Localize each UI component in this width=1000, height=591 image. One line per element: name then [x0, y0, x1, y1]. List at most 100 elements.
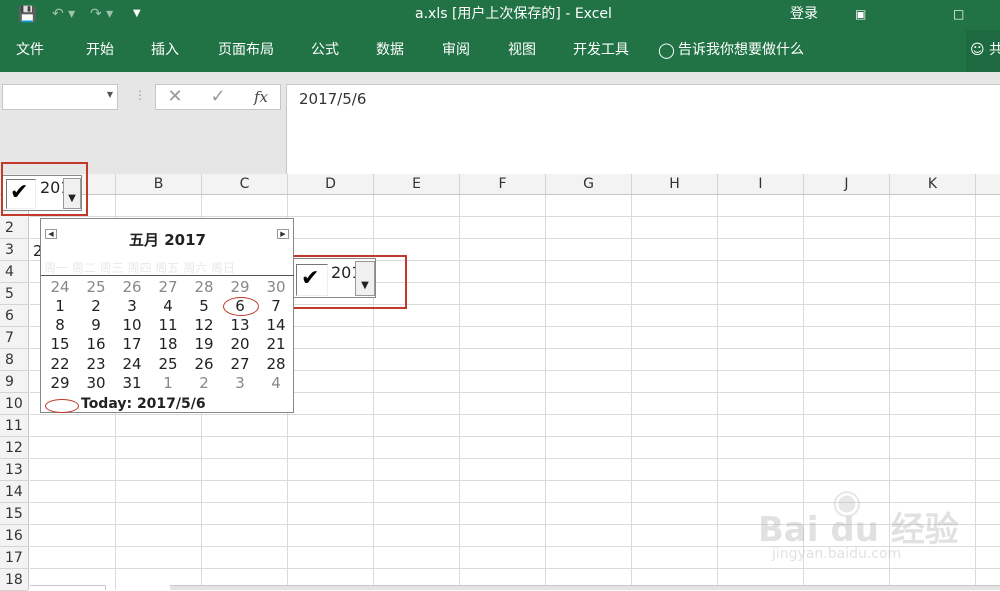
tab-review[interactable]: 审阅 [442, 30, 470, 72]
column-header-e[interactable]: E [374, 174, 460, 194]
calendar-day[interactable]: 15 [42, 335, 78, 354]
redo-icon[interactable]: ↷ ▾ [90, 0, 113, 30]
calendar-day[interactable]: 2 [78, 297, 114, 316]
column-header-c[interactable]: C [202, 174, 288, 194]
chevron-down-icon[interactable]: ▼ [107, 90, 113, 99]
column-header-k[interactable]: K [890, 174, 976, 194]
calendar-day[interactable]: 13 [222, 316, 258, 335]
calendar-day[interactable]: 20 [222, 335, 258, 354]
calendar-day[interactable]: 2 [186, 374, 222, 393]
watermark-brand: Bai du 经验 [758, 510, 959, 550]
calendar-day[interactable]: 25 [150, 355, 186, 374]
row-header[interactable]: 9 [0, 371, 28, 393]
calendar-day[interactable]: 14 [258, 316, 294, 335]
row-header[interactable]: 8 [0, 349, 28, 371]
row-header[interactable]: 16 [0, 525, 28, 547]
row-header[interactable]: 10 [0, 393, 28, 415]
today-link[interactable]: Today: 2017/5/6 [81, 396, 206, 412]
calendar-day[interactable]: 19 [186, 335, 222, 354]
row-header[interactable]: 13 [0, 459, 28, 481]
calendar-day[interactable]: 21 [258, 335, 294, 354]
ribbon-display-icon[interactable]: ▣ [855, 0, 866, 30]
tab-view[interactable]: 视图 [508, 30, 536, 72]
tab-insert[interactable]: 插入 [151, 30, 179, 72]
next-month-button[interactable]: ▶ [277, 229, 289, 239]
undo-icon[interactable]: ↶ ▾ [52, 0, 75, 30]
signin-link[interactable]: 登录 [790, 0, 818, 30]
tab-page-layout[interactable]: 页面布局 [218, 30, 274, 72]
row-header[interactable]: 4 [0, 261, 28, 283]
calendar-day[interactable]: 1 [42, 297, 78, 316]
calendar-day[interactable]: 31 [114, 374, 150, 393]
maximize-icon[interactable]: □ [953, 0, 964, 30]
calendar-day[interactable]: 16 [78, 335, 114, 354]
calendar-day[interactable]: 28 [258, 355, 294, 374]
calendar-day[interactable]: 17 [114, 335, 150, 354]
row-header[interactable]: 12 [0, 437, 28, 459]
calendar-day[interactable]: 30 [258, 278, 294, 297]
calendar-day[interactable]: 27 [222, 355, 258, 374]
tab-developer[interactable]: 开发工具 [573, 30, 629, 72]
calendar-day[interactable]: 11 [150, 316, 186, 335]
month-year-label[interactable]: 五月 2017 [41, 229, 294, 250]
tab-file[interactable]: 文件 [16, 30, 44, 72]
calendar-day[interactable]: 22 [42, 355, 78, 374]
tab-home[interactable]: 开始 [86, 30, 114, 72]
drag-handle-icon[interactable]: ⋮ [134, 88, 146, 102]
enter-icon[interactable]: ✓ [205, 84, 231, 110]
calendar-day[interactable]: 8 [42, 316, 78, 335]
calendar-day[interactable]: 27 [150, 278, 186, 297]
column-header-j[interactable]: J [804, 174, 890, 194]
calendar-day[interactable]: 24 [114, 355, 150, 374]
sheet-tabs-area[interactable] [30, 585, 106, 590]
row-header[interactable]: 3 [0, 239, 28, 261]
name-box[interactable]: ▼ [2, 84, 118, 110]
calendar-day[interactable]: 9 [78, 316, 114, 335]
tab-data[interactable]: 数据 [376, 30, 404, 72]
calendar-day[interactable]: 1 [150, 374, 186, 393]
row-header[interactable]: 5 [0, 283, 28, 305]
month-calendar-popup[interactable]: ◀ 五月 2017 ▶ 周一 周二 周三 周四 周五 周六 周日 24 25 2… [40, 218, 294, 413]
row-header[interactable]: 6 [0, 305, 28, 327]
save-icon[interactable]: 💾 [18, 0, 37, 30]
row-header[interactable]: 11 [0, 415, 28, 437]
calendar-day[interactable]: 18 [150, 335, 186, 354]
calendar-day[interactable]: 12 [186, 316, 222, 335]
column-header-i[interactable]: I [718, 174, 804, 194]
row-header[interactable]: 7 [0, 327, 28, 349]
calendar-day[interactable]: 29 [222, 278, 258, 297]
row-header[interactable]: 14 [0, 481, 28, 503]
calendar-day[interactable]: 26 [114, 278, 150, 297]
calendar-day[interactable]: 29 [42, 374, 78, 393]
calendar-day[interactable]: 5 [186, 297, 222, 316]
calendar-day[interactable]: 7 [258, 297, 294, 316]
calendar-day[interactable]: 3 [222, 374, 258, 393]
column-header-b[interactable]: B [116, 174, 202, 194]
calendar-day[interactable]: 30 [78, 374, 114, 393]
cancel-icon[interactable]: ✕ [162, 84, 188, 110]
calendar-day[interactable]: 3 [114, 297, 150, 316]
column-header-d[interactable]: D [288, 174, 374, 194]
calendar-day[interactable]: 4 [258, 374, 294, 393]
calendar-day[interactable]: 28 [186, 278, 222, 297]
row-header[interactable]: 15 [0, 503, 28, 525]
tab-formulas[interactable]: 公式 [311, 30, 339, 72]
calendar-day[interactable]: 23 [78, 355, 114, 374]
share-button[interactable]: ☺ 共 [966, 30, 1000, 72]
sheet-scrollbar[interactable] [170, 585, 1000, 590]
column-header-h[interactable]: H [632, 174, 718, 194]
row-header[interactable]: 2 [0, 217, 28, 239]
calendar-day[interactable]: 25 [78, 278, 114, 297]
tell-me-box[interactable]: 告诉我你想要做什么 [678, 30, 804, 72]
calendar-day[interactable]: 10 [114, 316, 150, 335]
insert-function-icon[interactable]: fx [248, 84, 274, 110]
calendar-day[interactable]: 4 [150, 297, 186, 316]
column-header-f[interactable]: F [460, 174, 546, 194]
column-header-g[interactable]: G [546, 174, 632, 194]
calendar-day[interactable]: 24 [42, 278, 78, 297]
calendar-day[interactable]: 26 [186, 355, 222, 374]
row-header[interactable]: 17 [0, 547, 28, 569]
row-header[interactable]: 18 [0, 569, 28, 591]
formula-input[interactable]: 2017/5/6 [286, 84, 1000, 174]
customize-qat-icon[interactable]: ▼ [133, 0, 141, 30]
